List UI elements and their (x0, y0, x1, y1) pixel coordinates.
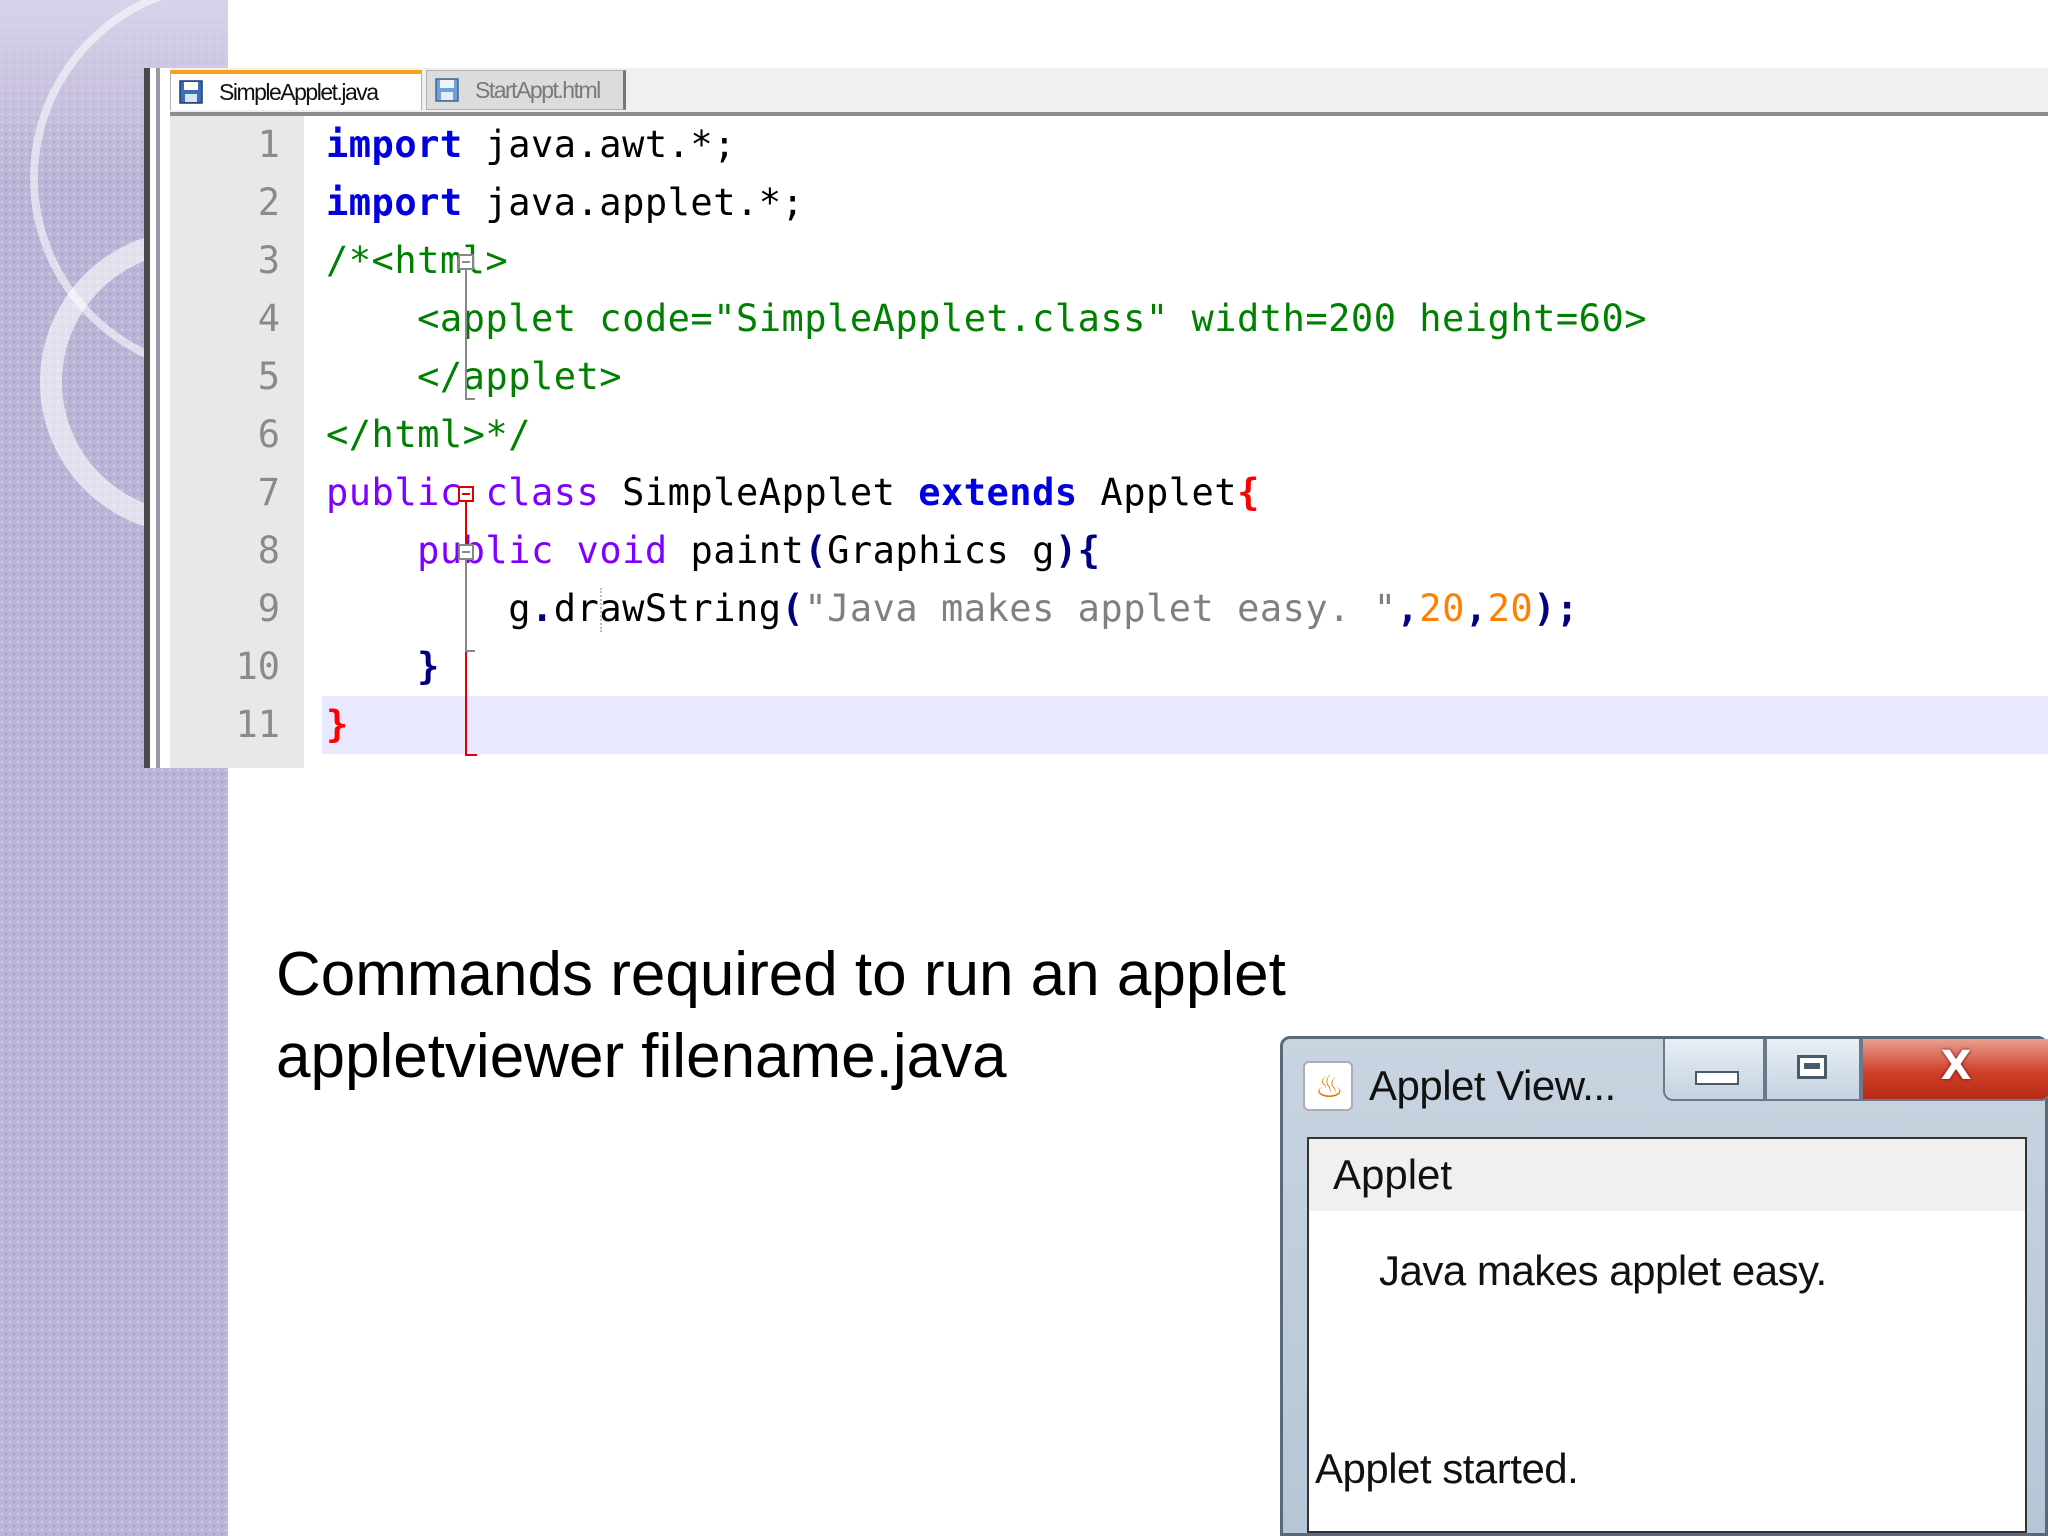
code-line-10[interactable]: 10 } (150, 638, 2048, 696)
code-token: import (326, 181, 463, 224)
code-text: import java.awt.*; (326, 116, 736, 174)
close-icon: X (1940, 1043, 1972, 1089)
java-cup-icon: ♨ (1303, 1061, 1353, 1111)
code-token: { (1237, 471, 1260, 514)
code-line-2[interactable]: 2 import java.applet.*; (150, 174, 2048, 232)
code-token: void (576, 529, 668, 572)
code-token: Applet (1100, 471, 1238, 514)
fold-guide-line (465, 560, 467, 652)
line-number: 8 (257, 529, 280, 572)
code-token: ; (1555, 587, 1579, 630)
caption-line-2: appletviewer filename.java (276, 1022, 1007, 1091)
code-text: g.drawString("Java makes applet easy. ",… (326, 580, 1579, 638)
code-token: extends (918, 471, 1078, 514)
code-token: public (417, 529, 554, 572)
code-line-9[interactable]: 9 g.drawString("Java makes applet easy. … (150, 580, 2048, 638)
code-text: } (326, 703, 349, 746)
applet-status-text: Applet started. (1315, 1445, 1579, 1492)
code-editor-window: SimpleApplet.java StartAppt.html 1 impor… (144, 68, 2048, 768)
minimize-icon (1695, 1071, 1739, 1085)
fold-toggle-icon[interactable] (458, 254, 474, 270)
code-token: java.applet.*; (462, 181, 805, 224)
line-number: 11 (235, 703, 280, 746)
maximize-button[interactable] (1765, 1039, 1861, 1101)
tab-label: SimpleApplet.java (219, 78, 379, 105)
applet-viewer-window: ♨ Applet View... X Applet Java makes app… (1280, 1036, 2048, 1536)
minimize-button[interactable] (1663, 1039, 1765, 1101)
window-title: Applet View... (1369, 1062, 1616, 1109)
code-token: "Java makes applet easy. " (804, 587, 1397, 630)
fold-guide-line (465, 270, 467, 400)
code-token: public (326, 471, 463, 514)
line-number: 5 (257, 355, 280, 398)
line-number: 9 (257, 587, 280, 630)
applet-client-area: Applet Java makes applet easy. Applet st… (1307, 1137, 2027, 1533)
line-number: 7 (257, 471, 280, 514)
code-token: . (531, 587, 554, 630)
code-text: /*<html> (326, 239, 509, 282)
code-line-5[interactable]: 5 </applet> (150, 348, 2048, 406)
fold-guide-end (465, 398, 475, 400)
line-number: 4 (257, 297, 280, 340)
applet-output-text: Java makes applet easy. (1379, 1247, 1827, 1294)
tab-simpleapplet-java[interactable]: SimpleApplet.java (170, 70, 422, 110)
indent-guide (600, 588, 602, 632)
code-token: , (1396, 587, 1420, 630)
line-number: 1 (257, 123, 280, 166)
code-line-4[interactable]: 4 <applet code="SimpleApplet.class" widt… (150, 290, 2048, 348)
editor-tab-bar: SimpleApplet.java StartAppt.html (170, 68, 2048, 116)
save-disk-icon (435, 78, 459, 102)
code-token: class (485, 471, 600, 514)
line-number: 6 (257, 413, 280, 456)
code-text: <applet code="SimpleApplet.class" width=… (326, 297, 1648, 340)
save-disk-icon (179, 80, 203, 104)
applet-menu[interactable]: Applet (1309, 1139, 2025, 1211)
close-button[interactable]: X (1861, 1039, 2048, 1101)
fold-toggle-icon[interactable] (458, 486, 474, 502)
code-token: ) (1533, 587, 1556, 630)
caption-line-1: Commands required to run an applet (276, 940, 1286, 1009)
code-line-7[interactable]: 7 public class SimpleApplet extends Appl… (150, 464, 2048, 522)
fold-toggle-icon[interactable] (458, 544, 474, 560)
code-token: ( (781, 587, 805, 630)
code-line-3[interactable]: 3 /*<html> (150, 232, 2048, 290)
code-token: 20 (1487, 587, 1534, 630)
maximize-icon (1797, 1055, 1827, 1079)
code-line-11-current[interactable]: 11 } (235, 696, 2048, 754)
window-title-bar[interactable]: ♨ Applet View... (1303, 1061, 1616, 1111)
fold-guide-end (465, 754, 477, 756)
code-token: ( (804, 529, 828, 572)
code-token: SimpleApplet (622, 471, 896, 514)
code-token: import (326, 123, 463, 166)
code-line-6[interactable]: 6 </html>*/ (150, 406, 2048, 464)
code-token: Graphics g (827, 529, 1055, 572)
code-token: g (508, 587, 531, 630)
code-text: public void paint(Graphics g){ (326, 522, 1100, 580)
line-number: 10 (235, 645, 280, 688)
line-number: 3 (257, 239, 280, 282)
code-token: drawString (553, 587, 782, 630)
code-text: import java.applet.*; (326, 174, 804, 232)
code-token: java.awt.*; (462, 123, 736, 166)
code-line-1[interactable]: 1 import java.awt.*; (150, 116, 2048, 174)
tab-startappt-html[interactable]: StartAppt.html (426, 70, 626, 110)
fold-guide-end (465, 650, 475, 652)
code-token: { (1077, 529, 1101, 572)
code-line-8[interactable]: 8 public void paint(Graphics g){ (150, 522, 2048, 580)
code-token: 20 (1419, 587, 1465, 630)
code-text: } (326, 645, 440, 688)
code-token: paint (690, 529, 805, 572)
code-text: </html>*/ (326, 413, 531, 456)
code-token: ) (1054, 529, 1078, 572)
tab-label: StartAppt.html (475, 76, 601, 103)
line-number: 2 (257, 181, 280, 224)
code-token: , (1464, 587, 1488, 630)
